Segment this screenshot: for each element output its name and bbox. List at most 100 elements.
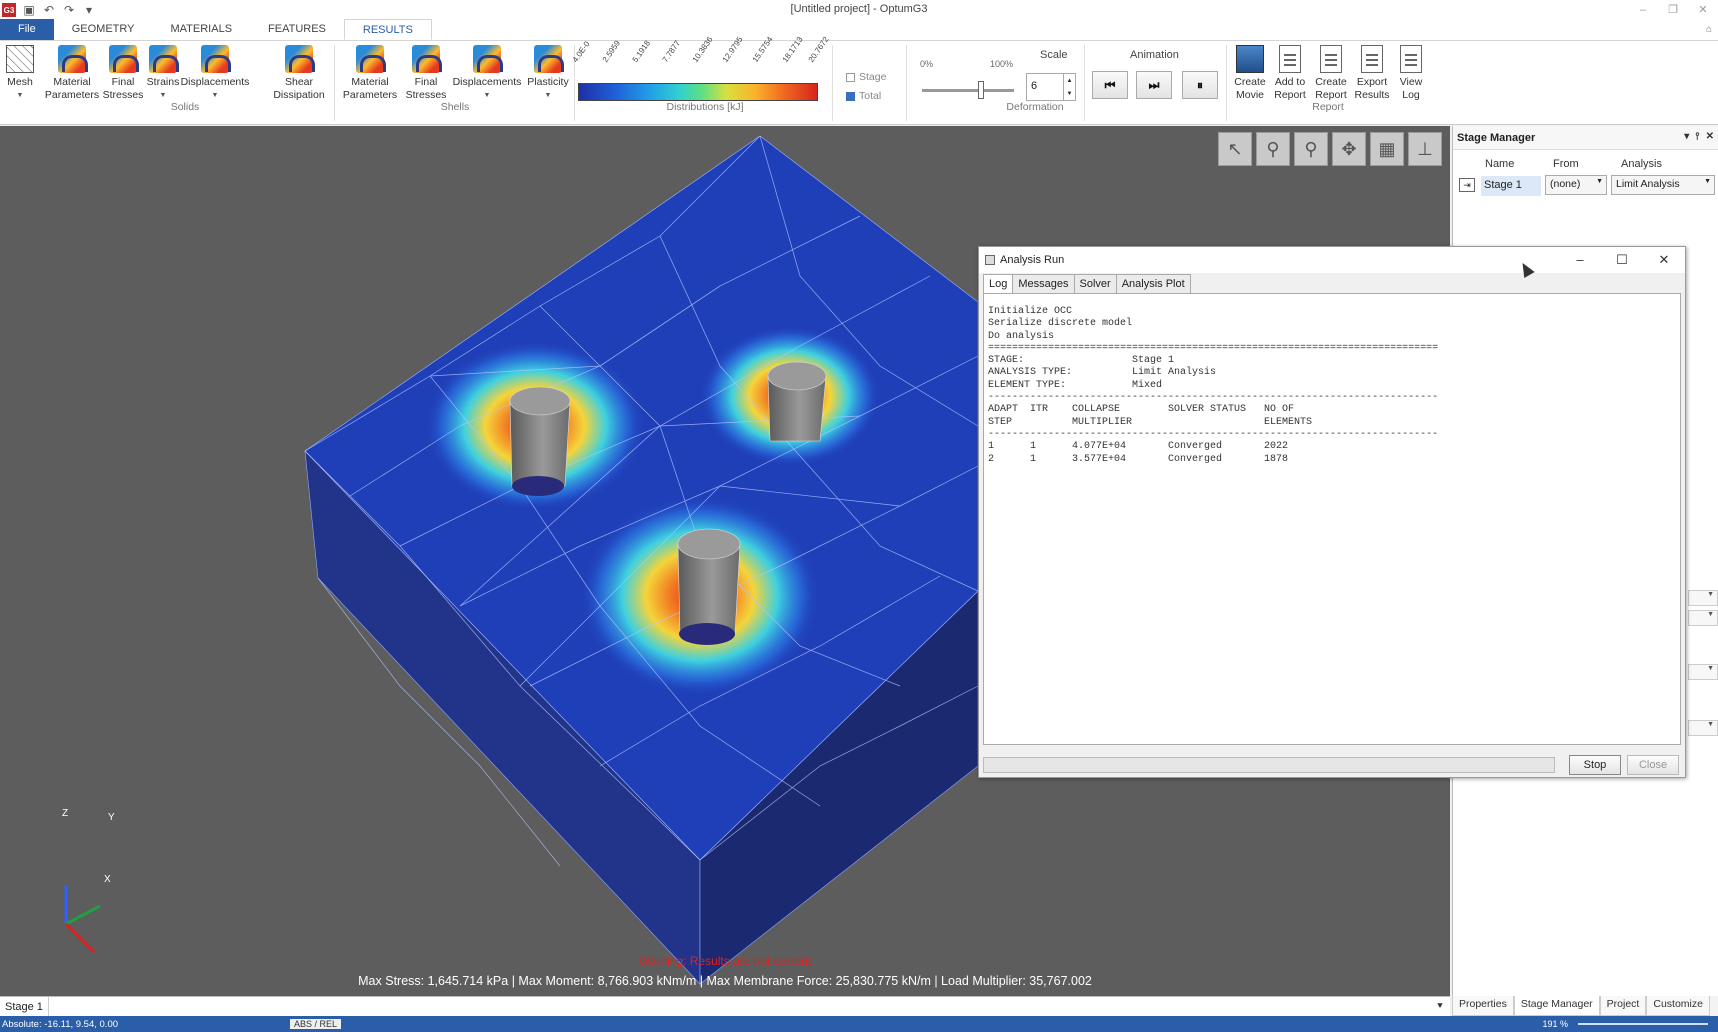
hidden-property-dropdown[interactable]: ▼: [1688, 610, 1718, 626]
legend-tick: 5.1918: [630, 38, 653, 64]
scale-spinner[interactable]: 6 ▲ ▼: [1026, 73, 1076, 101]
solids-displacements-button[interactable]: Displacements ▼: [181, 45, 249, 102]
zoom-extents-button[interactable]: ⚲: [1294, 132, 1328, 166]
log-line: Serialize discrete model: [988, 318, 1133, 330]
log-icon: [1400, 45, 1422, 73]
create-report-button[interactable]: Create Report: [1312, 45, 1350, 102]
export-icon: [1361, 45, 1383, 73]
solids-strains-button[interactable]: Strains ▼: [146, 45, 180, 102]
minimize-icon[interactable]: –: [1628, 0, 1658, 20]
close-icon[interactable]: ✕: [1706, 131, 1714, 142]
shells-displacements-button[interactable]: Displacements ▼: [452, 45, 522, 102]
tab-features[interactable]: FEATURES: [250, 19, 344, 40]
results-warning: Warning: Results are not current: [638, 954, 812, 968]
tab-solver[interactable]: Solver: [1074, 274, 1117, 294]
close-icon[interactable]: ✕: [1643, 247, 1685, 273]
axis-x-label: X: [104, 874, 111, 885]
log-line: Initialize OCC: [988, 306, 1073, 317]
grid-button[interactable]: ▦: [1370, 132, 1404, 166]
deformation-slider[interactable]: [922, 81, 1014, 99]
slider-thumb[interactable]: [978, 81, 984, 99]
solids-final-stresses-label: Final Stresses: [102, 76, 144, 101]
mesh-icon: [6, 45, 34, 73]
zoom-extents-icon: ⚲: [1304, 138, 1318, 159]
undo-icon[interactable]: ↶: [42, 3, 56, 17]
stage-analysis-select[interactable]: Limit Analysis ▼: [1611, 175, 1715, 195]
deformation-max-label: 100%: [990, 59, 1014, 69]
shells-final-stresses-button[interactable]: Final Stresses: [406, 45, 446, 102]
hidden-property-dropdown[interactable]: ▼: [1688, 720, 1718, 736]
skip-forward-button[interactable]: ⏭: [1136, 71, 1172, 99]
log-line: ELEMENT TYPE: Mixed: [988, 379, 1163, 391]
material-parameters-icon: [356, 45, 386, 73]
dropdown-icon[interactable]: ▾: [1684, 131, 1689, 142]
skip-back-button[interactable]: ⏮: [1092, 71, 1128, 99]
tab-file[interactable]: File: [0, 19, 54, 40]
tab-analysis-plot[interactable]: Analysis Plot: [1116, 274, 1191, 294]
customize-quick-access-icon[interactable]: ▾: [82, 3, 96, 17]
stage-tab[interactable]: Stage 1: [0, 996, 49, 1017]
close-button[interactable]: Close: [1627, 755, 1679, 775]
stage-checkbox[interactable]: Stage: [846, 71, 886, 83]
redo-icon[interactable]: ↷: [62, 3, 76, 17]
add-to-report-label: Add to Report: [1274, 76, 1306, 101]
pin-icon[interactable]: ⫯: [1695, 131, 1699, 142]
stage-row[interactable]: ⇥ Stage 1 (none) ▼ Limit Analysis ▼: [1453, 174, 1718, 198]
solids-shear-dissipation-button[interactable]: Shear Dissipation: [270, 45, 328, 102]
tab-project[interactable]: Project: [1599, 996, 1647, 1016]
tab-log[interactable]: Log: [983, 274, 1014, 294]
pause-button[interactable]: ⏸: [1182, 71, 1218, 99]
pan-button[interactable]: ✥: [1332, 132, 1366, 166]
tab-messages[interactable]: Messages: [1013, 274, 1075, 294]
chevron-down-icon: ▼: [544, 92, 552, 99]
stage-name[interactable]: Stage 1: [1481, 176, 1541, 196]
mesh-button[interactable]: Mesh ▼: [6, 45, 34, 102]
log-output[interactable]: Initialize OCC Serialize discrete model …: [983, 293, 1681, 745]
stage-from-select[interactable]: (none) ▼: [1545, 175, 1607, 195]
scale-value: 6: [1031, 80, 1038, 92]
add-to-report-button[interactable]: Add to Report: [1270, 45, 1310, 102]
zoom-slider[interactable]: [1578, 1023, 1708, 1025]
app-icon[interactable]: G3: [2, 3, 16, 17]
shells-plasticity-label: Plasticity: [527, 76, 569, 88]
shells-plasticity-button[interactable]: Plasticity ▼: [524, 45, 572, 102]
total-checkbox[interactable]: Total: [846, 90, 881, 102]
ribbon-collapse-icon[interactable]: ⌂: [1706, 24, 1712, 35]
displacements-icon: [473, 45, 503, 73]
hidden-property-dropdown[interactable]: ▼: [1688, 664, 1718, 680]
view-axes-button[interactable]: ⊥: [1408, 132, 1442, 166]
stop-button[interactable]: Stop: [1569, 755, 1621, 775]
movie-icon: [1236, 45, 1264, 73]
stage-list-icon[interactable]: ⯆: [1436, 1001, 1444, 1012]
tab-geometry[interactable]: GEOMETRY: [54, 19, 153, 40]
tab-customize[interactable]: Customize: [1646, 996, 1710, 1016]
tab-results[interactable]: RESULTS: [343, 19, 432, 40]
hidden-property-dropdown[interactable]: ▼: [1688, 590, 1718, 606]
plasticity-icon: [534, 45, 564, 73]
tab-materials[interactable]: MATERIALS: [153, 19, 251, 40]
solids-material-parameters-button[interactable]: Material Parameters: [45, 45, 99, 102]
shells-material-parameters-button[interactable]: Material Parameters: [342, 45, 398, 102]
ribbon-tabs: File GEOMETRY MATERIALS FEATURES RESULTS…: [0, 19, 1718, 41]
select-tool-button[interactable]: ↖: [1218, 132, 1252, 166]
spinner-arrows[interactable]: ▲ ▼: [1063, 74, 1075, 100]
tab-stage-manager[interactable]: Stage Manager: [1513, 996, 1600, 1016]
stage-analysis-value: Limit Analysis: [1616, 178, 1680, 190]
tab-properties[interactable]: Properties: [1452, 996, 1514, 1016]
chevron-up-icon[interactable]: ▲: [1067, 78, 1073, 84]
solids-final-stresses-button[interactable]: Final Stresses: [102, 45, 144, 102]
close-icon[interactable]: ✕: [1688, 0, 1718, 20]
zoom-button[interactable]: ⚲: [1256, 132, 1290, 166]
save-icon[interactable]: ▣: [22, 3, 36, 17]
abs-rel-toggle[interactable]: ABS / REL: [290, 1019, 342, 1029]
create-movie-button[interactable]: Create Movie: [1232, 45, 1268, 102]
restore-icon[interactable]: ❐: [1658, 0, 1688, 20]
export-results-button[interactable]: Export Results: [1352, 45, 1392, 102]
dialog-title-bar: Analysis Run – ☐ ✕: [979, 247, 1685, 273]
log-line: ADAPT ITR COLLAPSE SOLVER STATUS NO OF: [988, 404, 1295, 416]
maximize-icon[interactable]: ☐: [1601, 247, 1643, 273]
chevron-down-icon[interactable]: ▼: [1067, 91, 1073, 97]
ribbon: Mesh ▼ Material Parameters Final Stresse…: [0, 35, 1718, 125]
view-log-button[interactable]: View Log: [1394, 45, 1428, 102]
minimize-icon[interactable]: –: [1559, 247, 1601, 273]
